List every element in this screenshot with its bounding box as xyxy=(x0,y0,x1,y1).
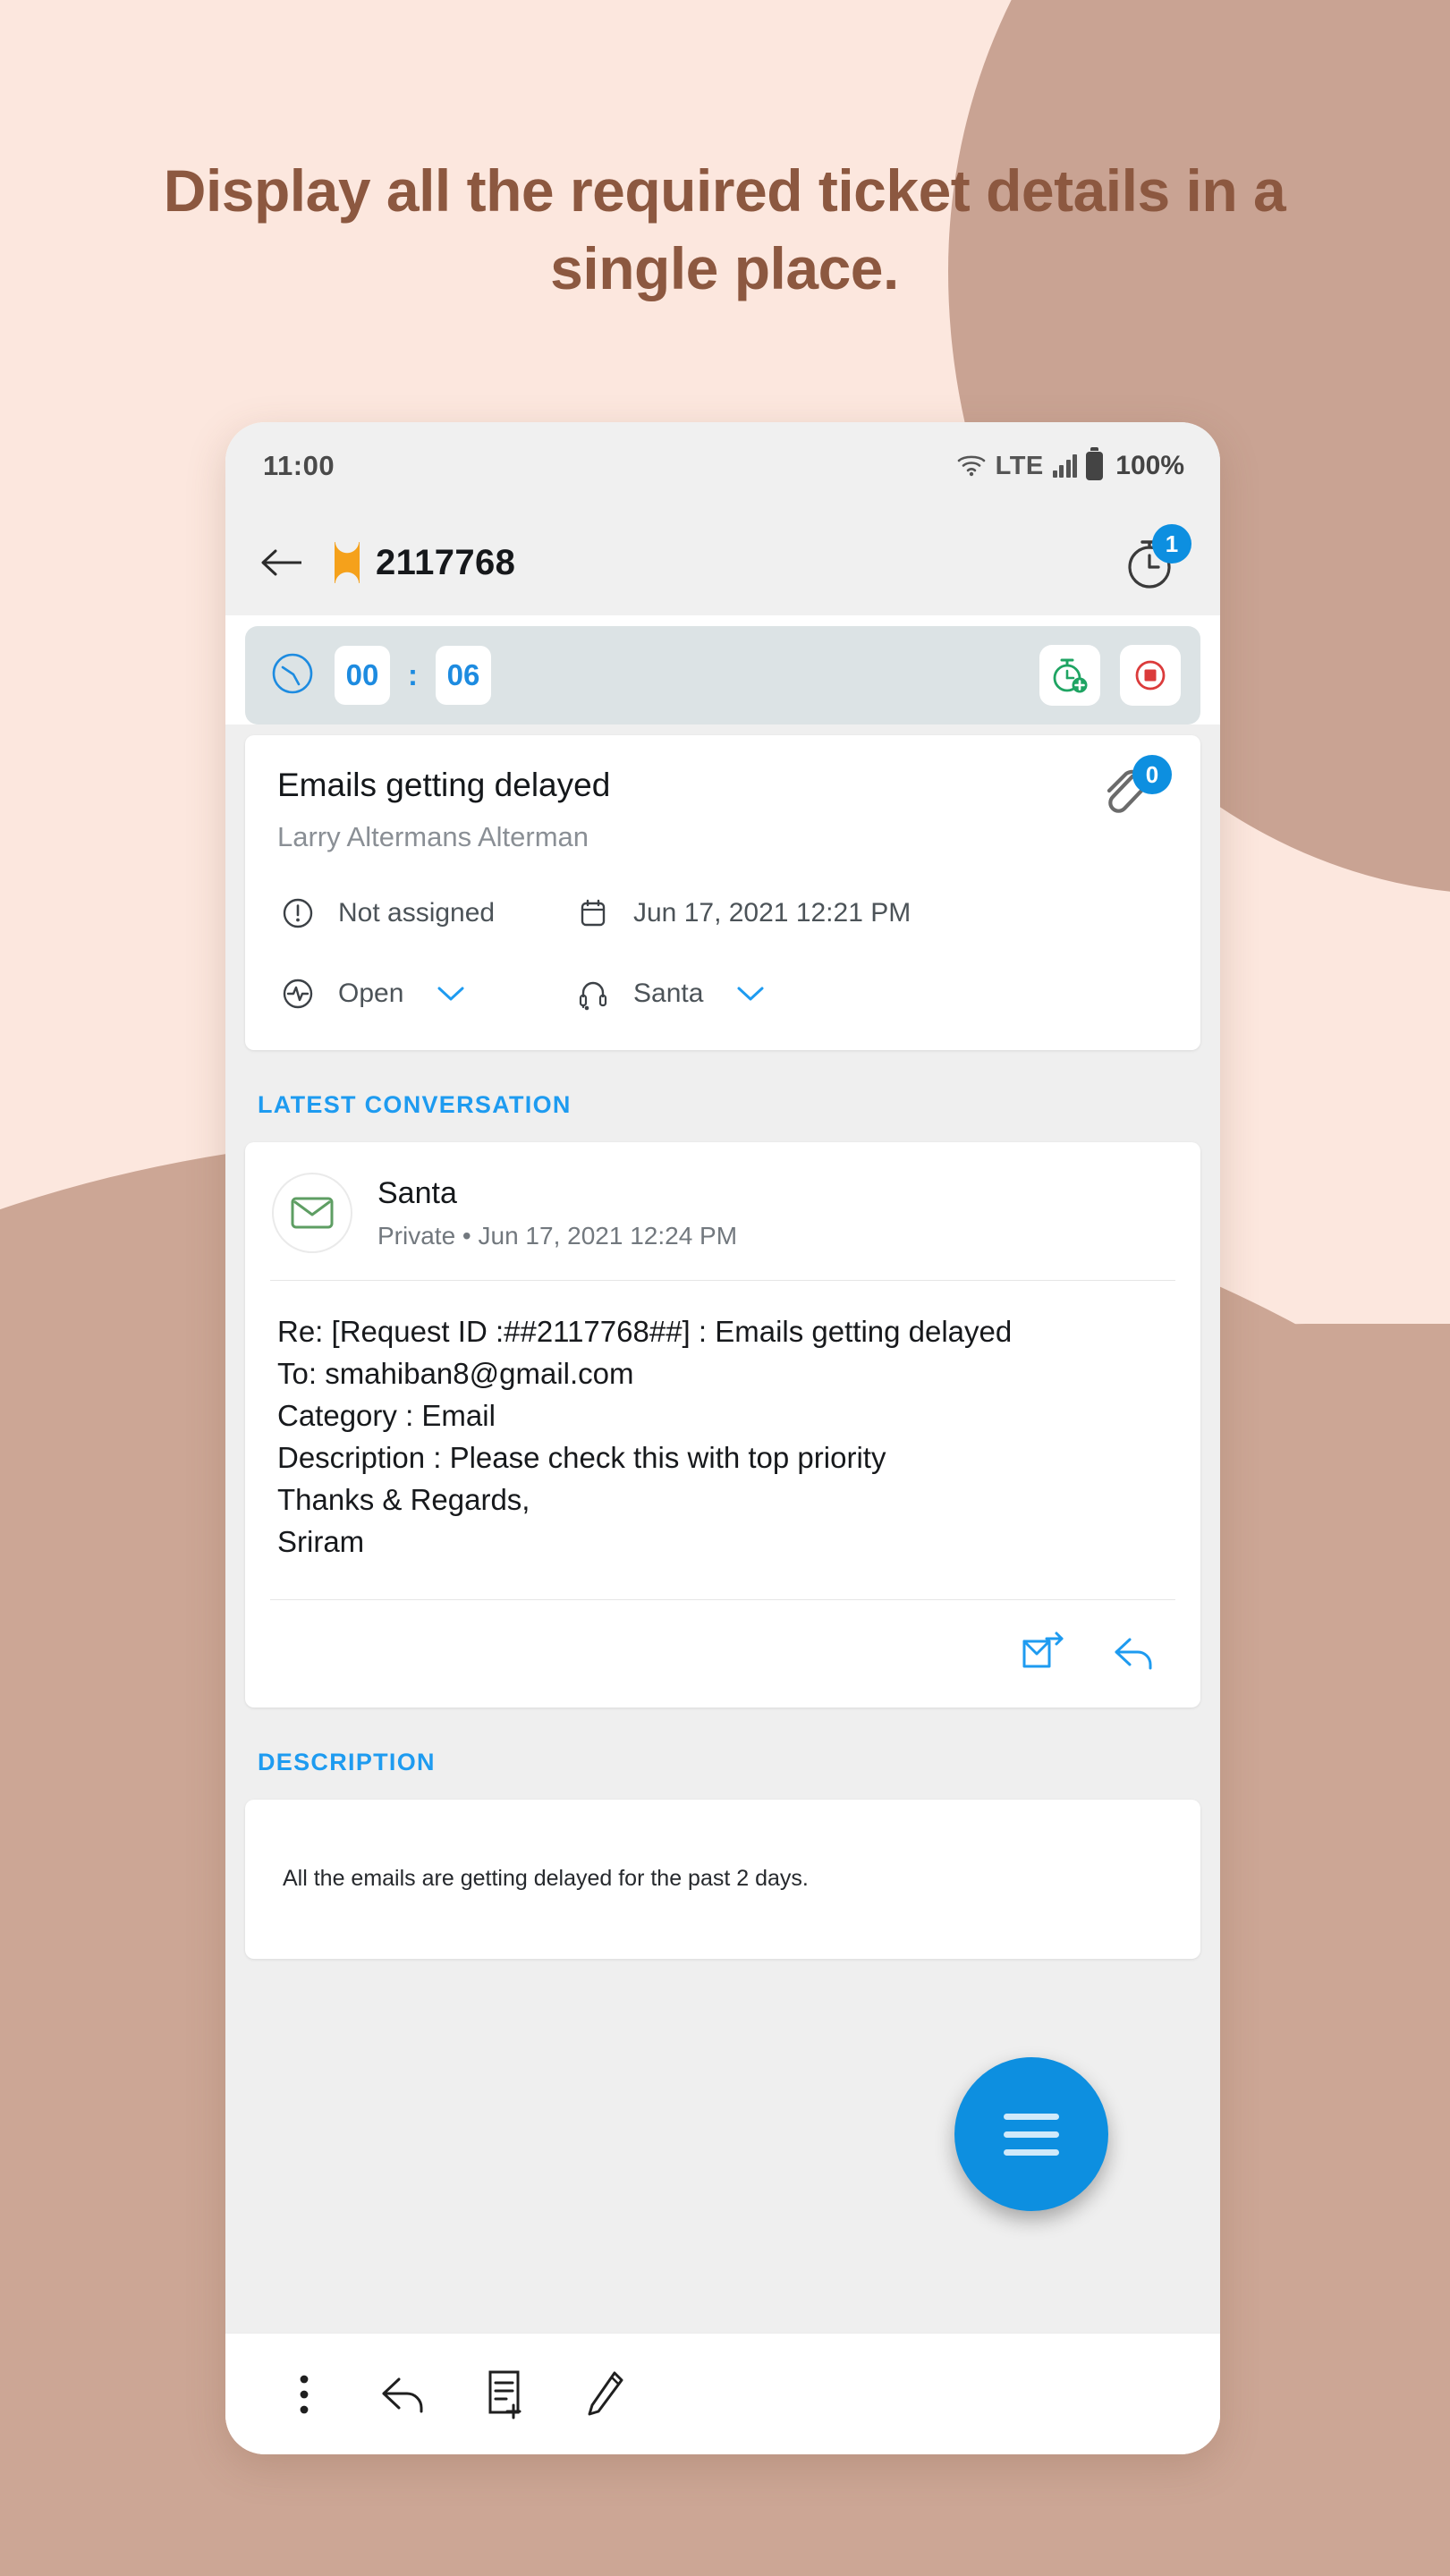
timer-strip: 00 : 06 xyxy=(245,626,1200,724)
reply-icon[interactable] xyxy=(1109,1627,1159,1677)
conversation-actions xyxy=(245,1600,1200,1707)
edit-pencil-icon[interactable] xyxy=(562,2351,648,2437)
envelope-icon xyxy=(272,1173,352,1254)
status-bar: 11:00 LTE 100% xyxy=(225,422,1220,510)
pulse-icon xyxy=(277,973,318,1014)
created-date-field: Jun 17, 2021 12:21 PM xyxy=(572,893,911,934)
back-arrow-icon[interactable] xyxy=(258,538,308,588)
battery-icon xyxy=(1086,447,1104,480)
timer-separator: : xyxy=(408,658,418,691)
assignee-field[interactable]: Not assigned xyxy=(277,893,572,934)
chevron-down-icon[interactable] xyxy=(436,984,466,1004)
calendar-icon xyxy=(572,893,614,934)
status-field[interactable]: Open xyxy=(277,973,572,1014)
timer-hours[interactable]: 00 xyxy=(335,646,390,705)
attachment-count-badge: 0 xyxy=(1132,755,1172,794)
bottom-toolbar xyxy=(225,2333,1220,2454)
menu-lines-icon xyxy=(1004,2148,1059,2156)
stopwatch-icon[interactable]: 1 xyxy=(1120,524,1191,594)
app-bar: 2117768 1 xyxy=(225,510,1220,615)
menu-lines-icon xyxy=(1004,2113,1059,2120)
latest-conversation-label: LATEST CONVERSATION xyxy=(258,1091,572,1119)
meta-row-1: Not assigned Jun 17, 2021 12:21 PM xyxy=(277,893,1168,934)
ticket-id-header: 2117768 xyxy=(335,542,515,583)
timer-minutes[interactable]: 06 xyxy=(436,646,491,705)
timer-display: 00 : 06 xyxy=(268,646,491,705)
add-note-icon[interactable] xyxy=(462,2351,547,2437)
ticket-details-card: Emails getting delayed Larry Altermans A… xyxy=(245,735,1200,1051)
headset-icon xyxy=(572,973,614,1014)
conversation-card: Santa Private • Jun 17, 2021 12:24 PM Re… xyxy=(245,1142,1200,1707)
conversation-body: Re: [Request ID :##2117768##] : Emails g… xyxy=(277,1315,1013,1558)
forward-mail-icon[interactable] xyxy=(1018,1627,1068,1677)
battery-percent-label: 100% xyxy=(1115,451,1184,480)
wifi-icon xyxy=(956,452,987,481)
alert-circle-icon xyxy=(277,893,318,934)
ticket-icon xyxy=(335,542,360,583)
conversation-subtitle: Private • Jun 17, 2021 12:24 PM xyxy=(377,1221,738,1250)
stopwatch-badge: 1 xyxy=(1152,524,1191,564)
network-type-label: LTE xyxy=(995,451,1044,480)
status-indicators: LTE 100% xyxy=(956,447,1184,481)
timer-controls xyxy=(1039,645,1181,706)
status-time: 11:00 xyxy=(263,450,335,481)
ticket-subject: Emails getting delayed xyxy=(277,767,611,803)
chevron-down-icon[interactable] xyxy=(735,984,766,1004)
stop-timer-icon[interactable] xyxy=(1120,645,1181,706)
meta-row-2: Open Santa xyxy=(277,973,1168,1014)
reply-icon[interactable] xyxy=(361,2351,447,2437)
menu-fab-button[interactable] xyxy=(954,2057,1108,2211)
signal-bars-icon xyxy=(1052,454,1078,478)
paperclip-icon[interactable]: 0 xyxy=(1093,755,1172,821)
description-card: All the emails are getting delayed for t… xyxy=(245,1799,1200,1959)
more-vertical-icon[interactable] xyxy=(261,2351,347,2437)
conversation-meta: Santa Private • Jun 17, 2021 12:24 PM xyxy=(377,1176,737,1250)
stopwatch-add-icon[interactable] xyxy=(1039,645,1100,706)
ticket-id-label: 2117768 xyxy=(376,542,516,582)
page-headline: Display all the required ticket details … xyxy=(163,157,1286,302)
conversation-author: Santa xyxy=(377,1175,457,1210)
technician-label: Santa xyxy=(633,979,704,1009)
menu-lines-icon xyxy=(1004,2131,1059,2138)
status-label: Open xyxy=(338,979,404,1009)
ticket-requester: Larry Altermans Alterman xyxy=(277,821,589,853)
clock-icon xyxy=(268,649,317,702)
assignee-label: Not assigned xyxy=(338,898,496,928)
description-text: All the emails are getting delayed for t… xyxy=(283,1866,809,1892)
technician-field[interactable]: Santa xyxy=(572,973,766,1014)
created-date-label: Jun 17, 2021 12:21 PM xyxy=(633,898,912,928)
description-label: DESCRIPTION xyxy=(258,1748,436,1775)
conversation-header: Santa Private • Jun 17, 2021 12:24 PM xyxy=(245,1142,1200,1280)
